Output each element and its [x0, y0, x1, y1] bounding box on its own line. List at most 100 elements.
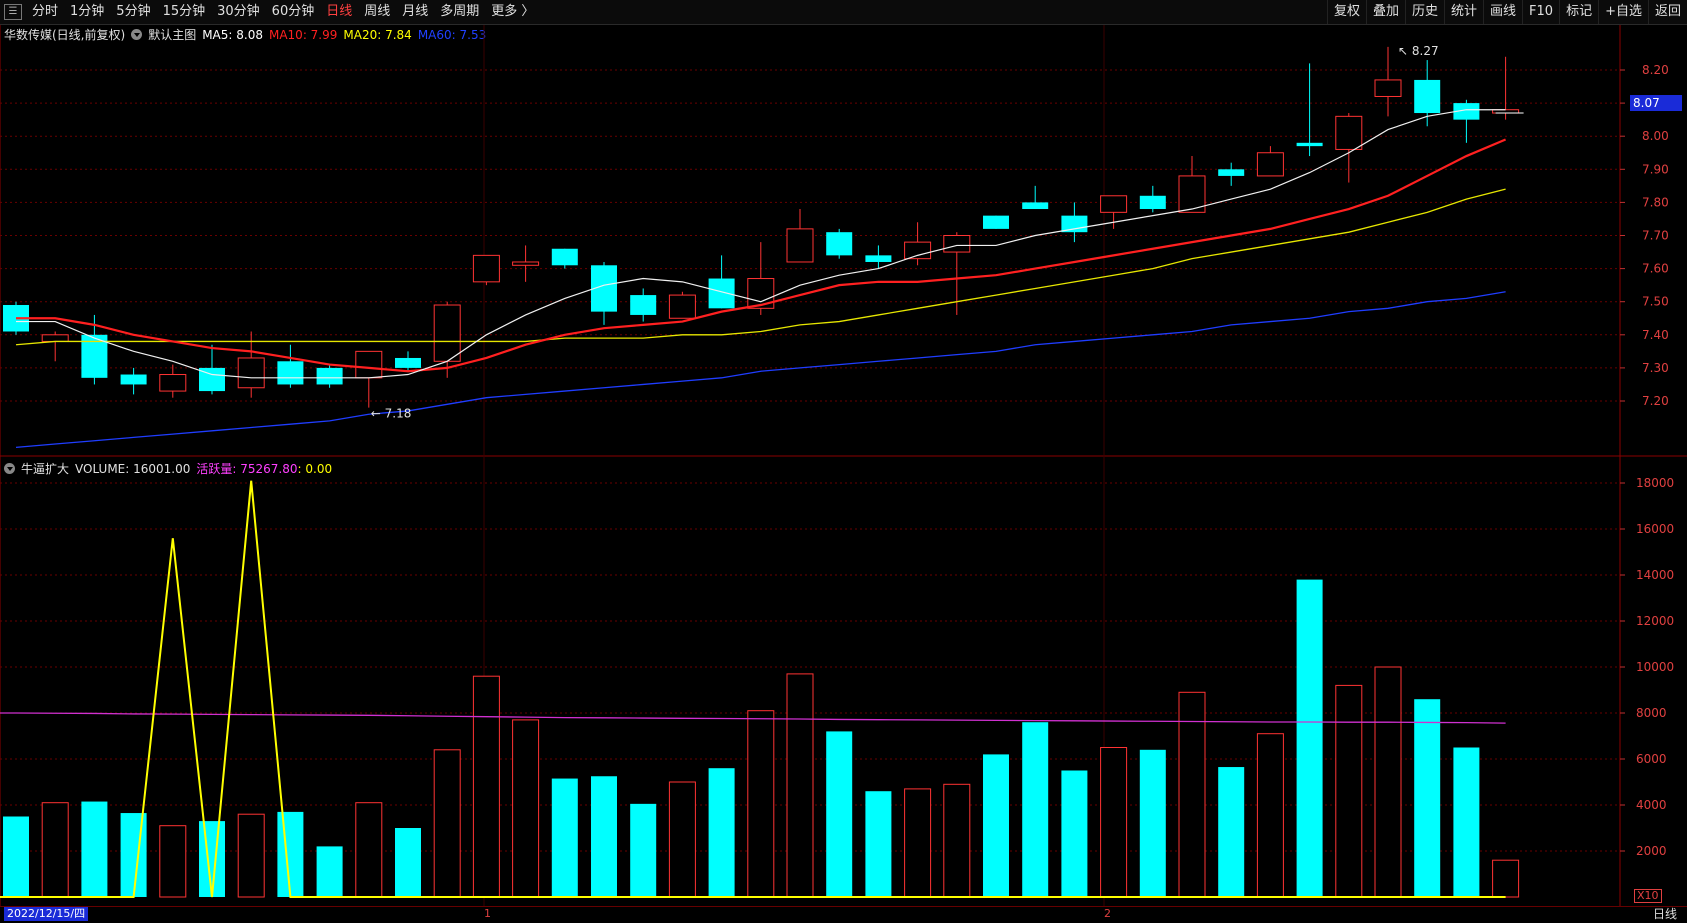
period-tab-4[interactable]: 30分钟	[211, 0, 266, 24]
volume-tick-label: 8000	[1636, 706, 1667, 720]
tool-button-0[interactable]: 复权	[1326, 0, 1366, 24]
volume-bar-up	[1335, 684, 1363, 898]
volume-bar-up	[237, 813, 265, 898]
volume-bar-down	[1139, 749, 1166, 897]
volume-bar-down	[1453, 747, 1480, 897]
volume-tick-label: 12000	[1636, 614, 1674, 628]
volume-tick-label: 2000	[1636, 844, 1667, 858]
volume-bar-down	[3, 816, 29, 897]
volume-bar-down	[1296, 579, 1323, 897]
period-tab-9[interactable]: 多周期	[434, 0, 485, 24]
price-tick-label: 7.40	[1642, 328, 1669, 342]
price-tick-label: 7.80	[1642, 195, 1669, 209]
volume-bar-up	[943, 783, 971, 898]
candle-body-up	[668, 294, 696, 319]
tool-button-8[interactable]: 返回	[1647, 0, 1687, 24]
volume-bar-up	[159, 825, 187, 898]
volume-tick-label: 14000	[1636, 568, 1674, 582]
candle-body-down	[708, 278, 735, 309]
cursor-date: 2022/12/15/四	[4, 907, 89, 921]
volume-bar-up	[1256, 733, 1284, 898]
period-tab-5[interactable]: 60分钟	[266, 0, 321, 24]
candle-body-up	[1100, 195, 1128, 213]
candle-body-down	[630, 295, 657, 315]
period-tab-2[interactable]: 5分钟	[110, 0, 156, 24]
candle-body-up	[904, 241, 932, 260]
volume-bar-up	[41, 802, 69, 898]
volume-bar-up	[1492, 859, 1520, 898]
candle-body-up	[1335, 115, 1363, 150]
kline-chart[interactable]: 8.208.108.007.907.807.707.607.507.407.30…	[0, 25, 1687, 906]
candle-body-up	[433, 304, 461, 362]
candle-body-up	[1374, 79, 1402, 97]
candle-body-down	[277, 361, 304, 385]
volume-bar-up	[472, 675, 500, 898]
period-toolbar: ☰ 分时 1分钟 5分钟 15分钟 30分钟 60分钟 日线 周线 月线 多周期 更多 〉 复权 叠加…	[0, 0, 1687, 25]
volume-bar-up	[433, 749, 461, 898]
tool-button-2[interactable]: 历史	[1404, 0, 1444, 24]
volume-bar-up	[512, 719, 540, 898]
month-tick-1: 1	[484, 907, 491, 920]
candle-body-down	[551, 248, 578, 266]
candle-body-up	[472, 254, 500, 283]
tool-button-6[interactable]: 标记	[1559, 0, 1598, 24]
tool-button-1[interactable]: 叠加	[1365, 0, 1405, 24]
volume-bar-down	[1022, 722, 1049, 897]
volume-bar-down	[277, 811, 304, 897]
candle-body-up	[1256, 152, 1284, 177]
candle-body-up	[355, 350, 383, 379]
candle-body-down	[826, 232, 853, 256]
period-tab-8[interactable]: 月线	[396, 0, 434, 24]
candle-body-down	[865, 255, 892, 262]
volume-bar-up	[355, 802, 383, 898]
period-tab-6[interactable]: 日线	[320, 0, 358, 24]
volume-tick-label: 16000	[1636, 522, 1674, 536]
candle-body-down	[1414, 79, 1441, 114]
price-tick-label: 7.30	[1642, 361, 1669, 375]
volume-bar-up	[904, 788, 932, 898]
candle-body-down	[1139, 195, 1166, 210]
candle-body-down	[395, 357, 421, 368]
volume-tick-label: 10000	[1636, 660, 1674, 674]
candle-body-up	[747, 278, 775, 309]
volume-bar-up	[668, 781, 696, 898]
period-tab-3[interactable]: 15分钟	[157, 0, 212, 24]
price-tick-label: 7.90	[1642, 162, 1669, 176]
price-tick-label: 7.70	[1642, 229, 1669, 243]
candle-body-up	[41, 334, 69, 342]
price-tick-label: 8.00	[1642, 129, 1669, 143]
candle-body-up	[237, 357, 265, 389]
period-tabs: ☰ 分时 1分钟 5分钟 15分钟 30分钟 60分钟 日线 周线 月线 多周期 更多 〉	[0, 0, 540, 24]
candle-body-up	[943, 235, 971, 253]
tool-button-7[interactable]: +自选	[1598, 0, 1648, 24]
volume-bar-down	[199, 821, 225, 897]
volume-bar-down	[630, 803, 657, 897]
candle-body-up	[512, 261, 540, 266]
volume-bar-down	[120, 813, 147, 897]
volume-bar-up	[1100, 747, 1128, 898]
volume-bar-up	[786, 673, 814, 898]
price-tick-label: 7.20	[1642, 394, 1669, 408]
period-tab-7[interactable]: 周线	[358, 0, 396, 24]
candle-body-down	[1218, 169, 1245, 176]
tool-buttons: 复权 叠加 历史 统计 画线 F10 标记 +自选 返回	[1326, 0, 1687, 24]
candle-body-up	[159, 374, 187, 392]
period-tab-10[interactable]: 更多 〉	[485, 0, 540, 24]
menu-icon[interactable]: ☰	[4, 4, 22, 20]
period-label: 日线	[1652, 907, 1677, 921]
period-tab-0[interactable]: 分时	[26, 0, 64, 24]
candle-body-down	[120, 374, 147, 385]
period-tab-1[interactable]: 1分钟	[64, 0, 110, 24]
volume-bar-down	[708, 768, 735, 897]
tool-button-5[interactable]: F10	[1522, 0, 1559, 24]
volume-bar-down	[1414, 699, 1441, 897]
volume-bar-up	[1178, 691, 1206, 898]
tool-button-4[interactable]: 画线	[1483, 0, 1522, 24]
volume-bar-down	[1061, 770, 1088, 897]
volume-tick-label: 4000	[1636, 798, 1667, 812]
price-tick-label: 7.50	[1642, 295, 1669, 309]
high-annotation: ↖ 8.27	[1398, 44, 1439, 58]
tool-button-3[interactable]: 统计	[1444, 0, 1483, 24]
volume-bar-down	[1218, 767, 1245, 897]
candle-body-down	[316, 367, 343, 385]
